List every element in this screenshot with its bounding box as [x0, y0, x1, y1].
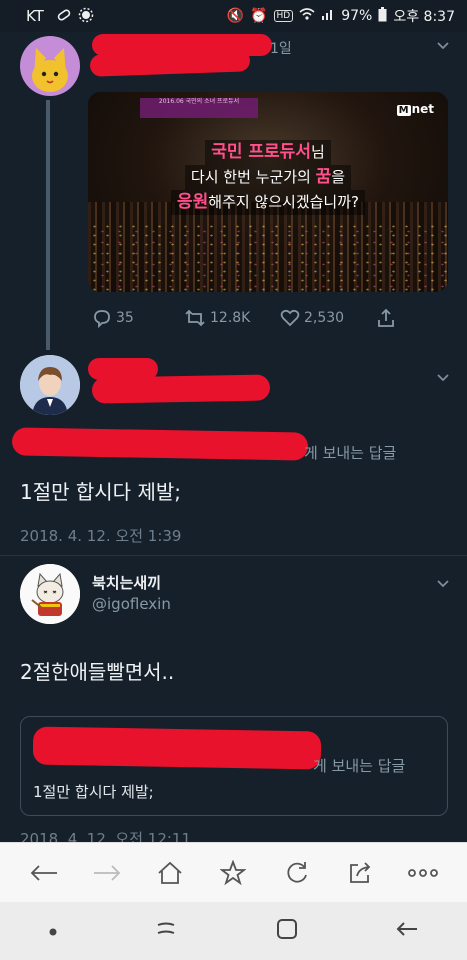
- avatar[interactable]: [20, 564, 80, 624]
- redacted-handle: [91, 374, 271, 404]
- video-caption: 국민 프로듀서님 다시 한번 누군가의 꿈을 응원해주지 않으시겠습니까?: [88, 140, 448, 215]
- alarm-icon: ⏰: [250, 8, 268, 24]
- drummer-avatar-icon: [20, 564, 80, 624]
- avatar[interactable]: [20, 355, 80, 415]
- avatar[interactable]: [20, 36, 80, 96]
- tweet-text: 1절만 합시다 제발;: [20, 480, 181, 504]
- thread-connector: [46, 100, 50, 350]
- cat-avatar-icon: [32, 48, 68, 92]
- status-bar: KT 🔇 ⏰ HD 97% 오후 8:37: [0, 0, 467, 32]
- system-nav-bar: [0, 902, 467, 960]
- display-name[interactable]: 북치는새끼: [92, 572, 161, 593]
- back-button[interactable]: [26, 855, 62, 891]
- chevron-down-icon[interactable]: [436, 368, 450, 387]
- tweet-text: 2절한애들빨면서..: [20, 660, 175, 684]
- divider: [0, 555, 467, 556]
- star-icon: [220, 859, 247, 885]
- retweet-icon: [185, 309, 205, 327]
- more-button[interactable]: [405, 855, 441, 891]
- forward-button[interactable]: [89, 855, 125, 891]
- home-nav-button[interactable]: [275, 917, 299, 945]
- arrow-right-icon: [93, 864, 121, 881]
- carrier-label: KT: [26, 7, 44, 25]
- more-dots-icon: [408, 868, 439, 877]
- reload-button[interactable]: [279, 855, 315, 891]
- reply-icon: [94, 310, 110, 328]
- heart-icon: [280, 309, 300, 327]
- dot-indicator-icon: [48, 922, 58, 941]
- redacted-handle: [89, 49, 251, 77]
- tweet-timestamp: 2018. 4. 12. 오전 1:39: [20, 527, 182, 545]
- back-arrow-icon: [396, 922, 417, 936]
- wifi-icon: [299, 7, 315, 25]
- reply-to-label: 게 보내는 답글: [313, 757, 406, 775]
- redacted-reply-target: [11, 427, 309, 461]
- reload-icon: [287, 861, 307, 883]
- arrow-left-icon: [30, 864, 57, 881]
- lights-image: [88, 222, 448, 292]
- share-page-button[interactable]: [342, 855, 378, 891]
- user-handle[interactable]: @igoflexin: [92, 595, 171, 613]
- home-icon: [158, 861, 182, 884]
- retweet-button[interactable]: 12.8K: [184, 308, 280, 328]
- tweet-date: 1일: [270, 41, 292, 57]
- home-button[interactable]: [152, 855, 188, 891]
- quoted-tweet[interactable]: 게 보내는 답글 1절만 합시다 제발;: [20, 716, 448, 816]
- redacted-reply-target: [32, 726, 322, 770]
- like-button[interactable]: 2,530: [280, 308, 376, 328]
- show-banner: 2016.06 국민의 소녀 프로듀서: [140, 98, 258, 118]
- quoted-text: 1절만 합시다 제발;: [33, 783, 154, 801]
- back-nav-button[interactable]: [395, 917, 419, 945]
- square-home-icon: [276, 919, 297, 939]
- battery-icon: [378, 6, 387, 26]
- bookmark-button[interactable]: [215, 855, 251, 891]
- next-timestamp: 2018. 4. 12. 오전 12:11: [20, 830, 192, 842]
- browser-toolbar: [0, 842, 467, 902]
- recents-button[interactable]: [154, 917, 178, 945]
- mnet-logo: Mnet: [396, 102, 434, 116]
- video-embed[interactable]: 2016.06 국민의 소녀 프로듀서 Mnet 국민 프로듀서님 다시 한번 …: [88, 92, 448, 292]
- mute-icon: 🔇: [226, 8, 245, 24]
- chevron-down-icon[interactable]: [436, 36, 450, 55]
- tweet-actions: 35 12.8K 2,530: [92, 308, 396, 328]
- share-icon: [378, 308, 394, 327]
- hd-badge: HD: [273, 10, 294, 22]
- status-right: 🔇 ⏰ HD 97% 오후 8:37: [227, 6, 455, 26]
- battery-level: 97%: [341, 8, 373, 24]
- signal-icon: [321, 7, 335, 25]
- pill-icon: [56, 7, 72, 27]
- chevron-down-icon[interactable]: [436, 574, 450, 593]
- share-button[interactable]: [376, 308, 396, 328]
- like-count: 2,530: [304, 310, 345, 326]
- settings-icon: [78, 7, 94, 27]
- retweet-count: 12.8K: [210, 310, 251, 326]
- recents-icon: [158, 922, 175, 934]
- reply-count: 35: [116, 310, 134, 326]
- person-avatar-icon: [20, 355, 80, 415]
- share-icon: [350, 861, 371, 883]
- clock: 오후 8:37: [393, 9, 455, 25]
- reply-to-label: 게 보내는 답글: [304, 444, 397, 462]
- reply-button[interactable]: 35: [92, 308, 184, 328]
